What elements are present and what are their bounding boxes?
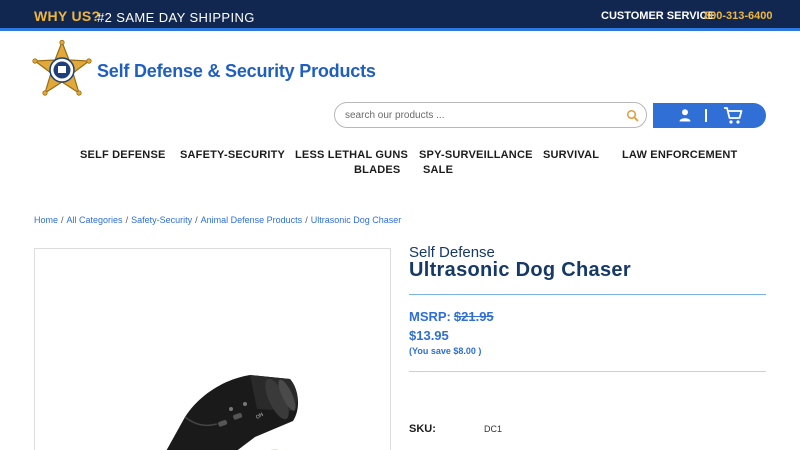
breadcrumb-current[interactable]: Ultrasonic Dog Chaser xyxy=(311,215,402,225)
nav-survival[interactable]: SURVIVAL xyxy=(543,149,599,161)
breadcrumb-all-categories[interactable]: All Categories xyxy=(67,215,123,225)
product-title: Ultrasonic Dog Chaser xyxy=(409,259,631,281)
sku-value: DC1 xyxy=(484,424,503,434)
breadcrumb-separator: / xyxy=(195,215,198,225)
user-icon[interactable] xyxy=(678,108,692,122)
nav-less-lethal-guns[interactable]: LESS LETHAL GUNS xyxy=(295,149,408,161)
msrp-label: MSRP: xyxy=(409,309,451,324)
nav-safety-security[interactable]: SAFETY-SECURITY xyxy=(180,149,285,161)
nav-self-defense[interactable]: SELF DEFENSE xyxy=(80,149,166,161)
breadcrumb-separator: / xyxy=(125,215,129,225)
account-cart-bar xyxy=(653,103,766,128)
breadcrumb-animal-defense[interactable]: Animal Defense Products xyxy=(201,215,303,225)
nav-law-enforcement[interactable]: LAW ENFORCEMENT xyxy=(622,149,737,161)
shipping-banner: #2 SAME DAY SHIPPING xyxy=(97,10,255,25)
breadcrumb-home[interactable]: Home xyxy=(34,215,58,225)
breadcrumb-separator: / xyxy=(305,215,308,225)
nav-sale[interactable]: SALE xyxy=(423,164,453,176)
savings-text: (You save $8.00 ) xyxy=(409,346,482,356)
sheriff-star-logo-icon[interactable] xyxy=(32,39,92,102)
search-bar xyxy=(334,102,647,128)
phone-number-link[interactable]: 800-313-6400 xyxy=(704,10,773,22)
sale-price: $13.95 xyxy=(409,328,449,343)
msrp-value: $21.95 xyxy=(453,309,494,324)
breadcrumb-separator: / xyxy=(61,215,64,225)
customer-service-label: CUSTOMER SERVICE xyxy=(601,10,715,22)
nav-blades[interactable]: BLADES xyxy=(354,164,400,176)
breadcrumb-safety-security[interactable]: Safety-Security xyxy=(131,215,192,225)
sku-label: SKU: xyxy=(409,423,436,435)
msrp-price: MSRP: $21.95 xyxy=(409,309,494,324)
divider xyxy=(409,294,766,295)
top-bar: WHY US? #2 SAME DAY SHIPPING CUSTOMER SE… xyxy=(0,0,800,31)
divider xyxy=(705,109,707,122)
brand-name[interactable]: Self Defense & Security Products xyxy=(97,61,376,82)
search-icon[interactable] xyxy=(626,109,640,123)
product-image-panel[interactable]: ON xyxy=(34,248,391,450)
breadcrumb: Home / All Categories / Safety-Security / Anim… xyxy=(34,215,404,225)
divider xyxy=(409,371,766,372)
cart-icon[interactable] xyxy=(723,106,743,125)
nav-spy-surveillance[interactable]: SPY-SURVEILLANCE xyxy=(419,149,533,161)
why-us-link[interactable]: WHY US? xyxy=(34,8,100,24)
product-photo: ON xyxy=(166,375,298,450)
search-input[interactable] xyxy=(345,107,615,124)
